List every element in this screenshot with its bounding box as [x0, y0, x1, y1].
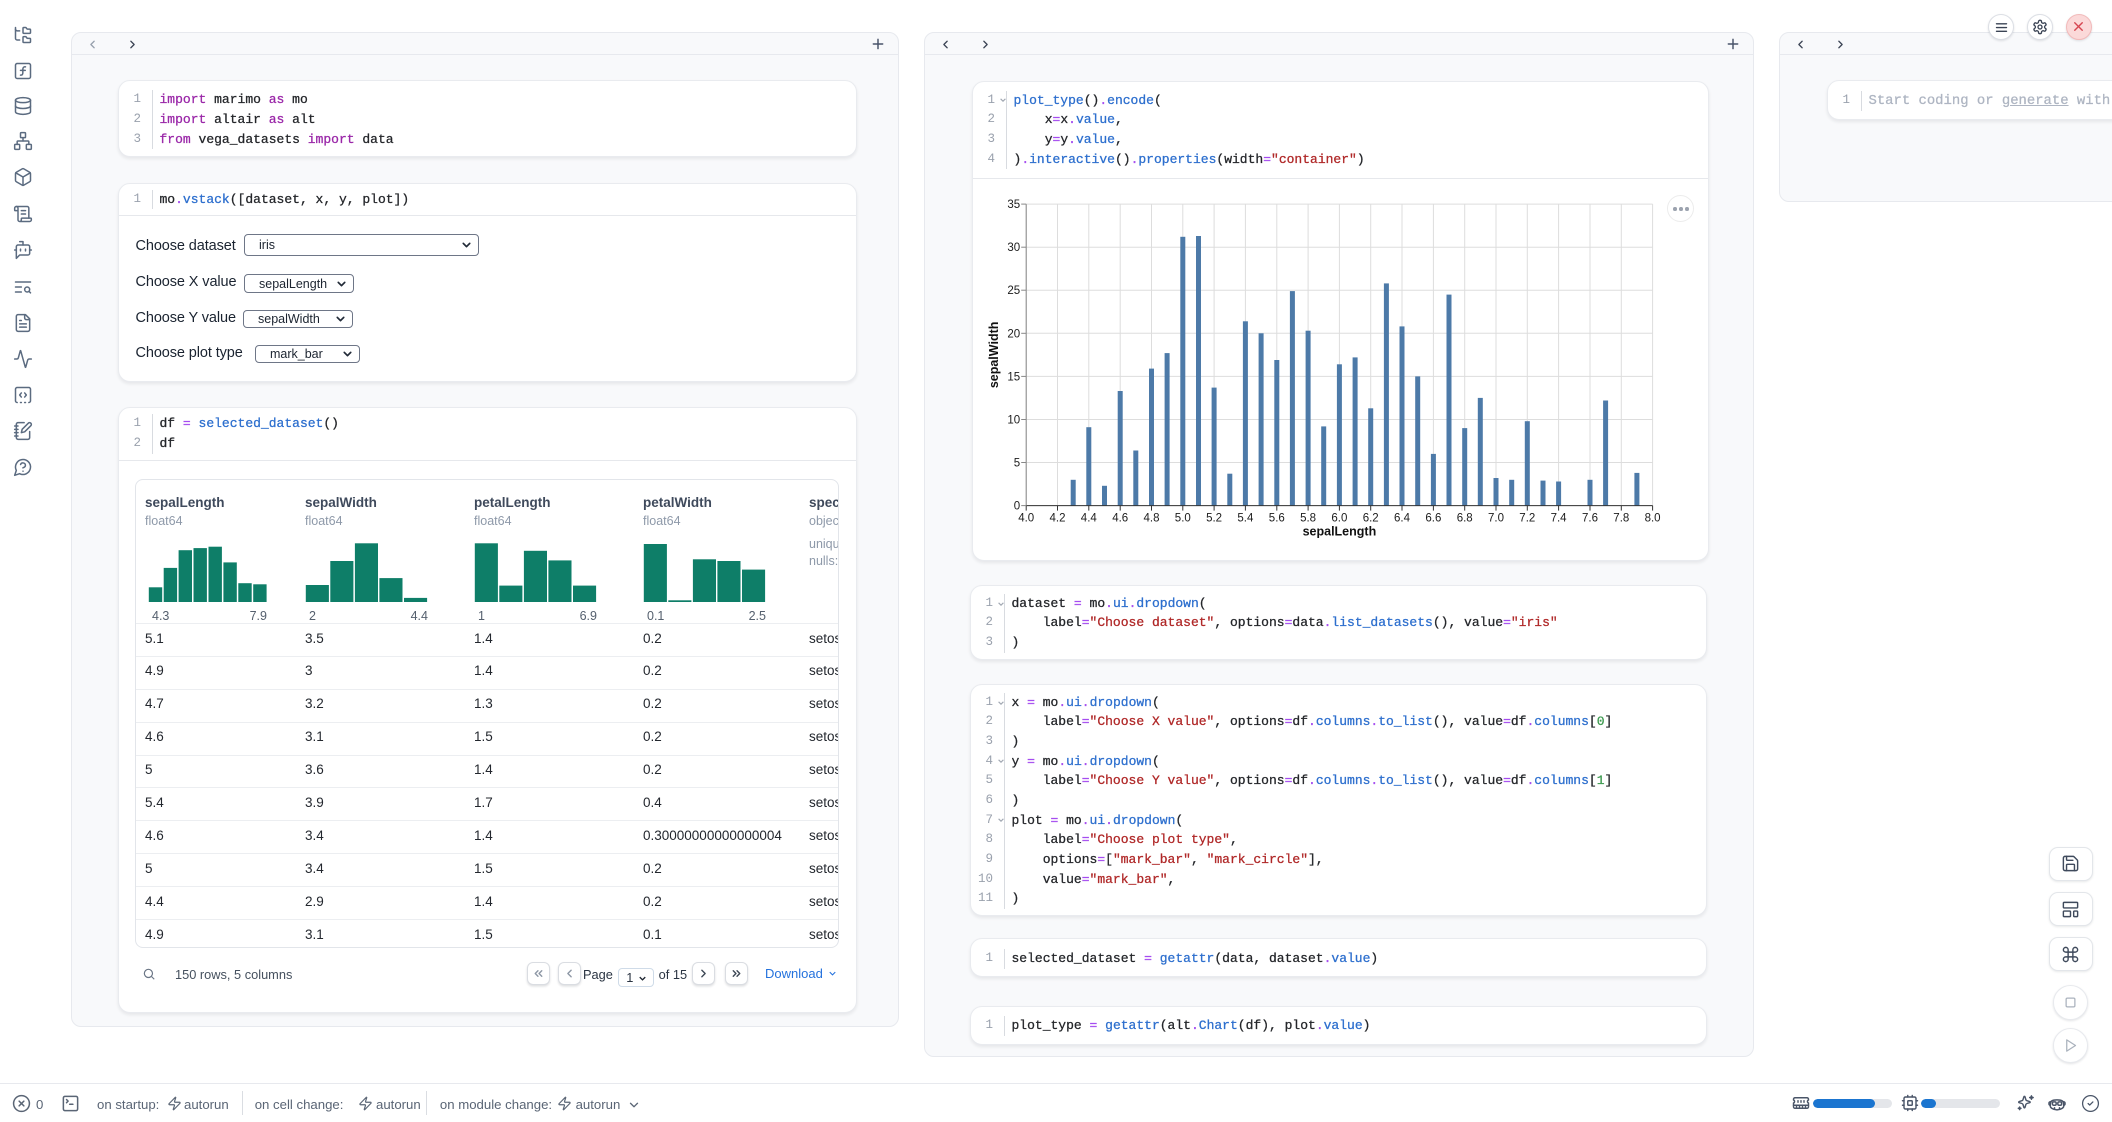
svg-text:6.0: 6.0 [1331, 512, 1347, 524]
svg-text:8.0: 8.0 [1645, 512, 1661, 524]
svg-text:15: 15 [1007, 371, 1020, 383]
svg-text:4.2: 4.2 [1050, 512, 1066, 524]
svg-text:4.8: 4.8 [1144, 512, 1160, 524]
svg-text:5.0: 5.0 [1175, 512, 1191, 524]
svg-text:4.0: 4.0 [1018, 512, 1034, 524]
svg-text:sepalWidth: sepalWidth [987, 321, 1001, 388]
svg-text:10: 10 [1007, 414, 1020, 426]
svg-text:7.0: 7.0 [1488, 512, 1504, 524]
svg-text:7.8: 7.8 [1613, 512, 1629, 524]
svg-text:5.6: 5.6 [1269, 512, 1285, 524]
svg-text:0: 0 [1014, 500, 1020, 512]
svg-text:5.4: 5.4 [1237, 512, 1254, 524]
svg-text:20: 20 [1007, 328, 1020, 340]
svg-text:35: 35 [1007, 199, 1020, 211]
svg-text:6.2: 6.2 [1363, 512, 1379, 524]
svg-text:7.4: 7.4 [1551, 512, 1568, 524]
svg-text:6.4: 6.4 [1394, 512, 1411, 524]
svg-text:7.6: 7.6 [1582, 512, 1598, 524]
svg-text:4.4: 4.4 [1081, 512, 1098, 524]
svg-text:5: 5 [1014, 457, 1020, 469]
svg-text:7.2: 7.2 [1519, 512, 1535, 524]
svg-text:25: 25 [1007, 285, 1020, 297]
svg-text:sepalLength: sepalLength [1303, 524, 1377, 538]
svg-text:4.6: 4.6 [1112, 512, 1128, 524]
svg-text:6.8: 6.8 [1457, 512, 1473, 524]
svg-text:5.2: 5.2 [1206, 512, 1222, 524]
svg-text:30: 30 [1007, 242, 1020, 254]
svg-text:6.6: 6.6 [1425, 512, 1441, 524]
svg-text:5.8: 5.8 [1300, 512, 1316, 524]
